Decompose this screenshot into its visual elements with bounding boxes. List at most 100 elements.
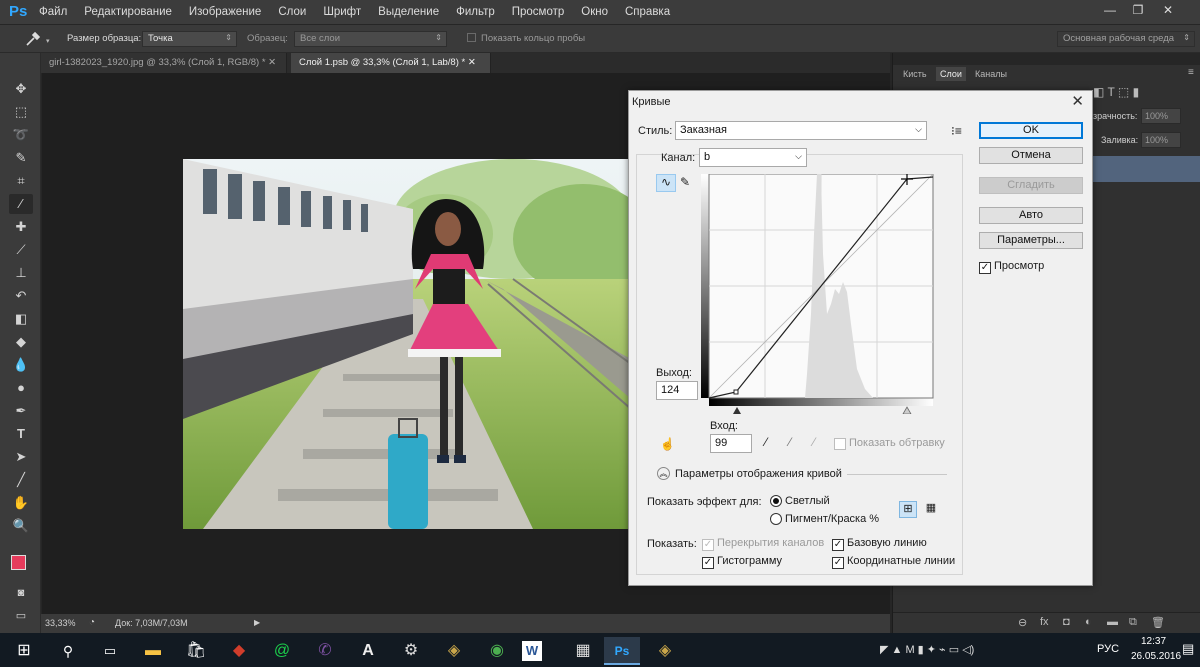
simple-grid-icon[interactable]: ⊞ [899, 501, 917, 518]
radio-pigment[interactable] [770, 513, 782, 528]
app-gear-icon[interactable]: ⚙ [393, 637, 429, 665]
tab-layer-psb[interactable]: Слой 1.psb @ 33,3% (Слой 1, Lab/8) * ✕ [291, 53, 491, 73]
at-mail-icon[interactable]: @ [264, 637, 300, 665]
move-tool-icon[interactable]: ✥ [9, 79, 33, 99]
preset-options-icon[interactable]: ⁝≡ [951, 124, 962, 138]
fill-field[interactable]: 100% [1141, 132, 1181, 148]
quick-select-tool-icon[interactable]: ✎ [9, 148, 33, 168]
viber-icon[interactable]: ✆ [307, 637, 343, 665]
windows-start-icon[interactable]: ⊞ [6, 637, 42, 665]
type-tool-icon[interactable]: T [9, 424, 33, 444]
language-indicator[interactable]: РУС [1097, 643, 1119, 655]
hand-tool-icon[interactable]: ✋ [9, 493, 33, 513]
menu-window[interactable]: Окно [581, 6, 608, 18]
menu-select[interactable]: Выделение [378, 6, 439, 18]
smooth-button[interactable]: Сгладить [979, 177, 1083, 194]
font-app-icon[interactable]: A [350, 637, 386, 665]
blur-tool-icon[interactable]: 💧 [9, 355, 33, 375]
tool-preset-arrow-icon[interactable]: ▾ [46, 37, 50, 45]
path-select-tool-icon[interactable]: ➤ [9, 447, 33, 467]
white-eyedropper-icon[interactable]: ⁄ [813, 435, 815, 449]
screen-mode-icon[interactable]: ▭ [9, 606, 33, 626]
layer-row-selected[interactable] [1093, 156, 1200, 182]
menu-help[interactable]: Справка [625, 6, 670, 18]
output-field[interactable]: 124 [656, 381, 698, 400]
overlay-checkbox[interactable]: ✓ [702, 538, 714, 551]
quick-mask-icon[interactable]: ◙ [9, 583, 33, 603]
target-adjust-icon[interactable]: ☝ [660, 437, 675, 451]
tab-channels[interactable]: Каналы [971, 67, 1011, 81]
options-button[interactable]: Параметры... [979, 232, 1083, 249]
menu-layer[interactable]: Слои [278, 6, 306, 18]
preview-checkbox[interactable]: ✓ [979, 261, 991, 274]
app-box-icon[interactable]: ◈ [436, 637, 472, 665]
close-window-button[interactable]: ✕ [1157, 2, 1179, 18]
tab-girl-jpg[interactable]: girl-1382023_1920.jpg @ 33,3% (Слой 1, R… [41, 53, 287, 73]
menu-image[interactable]: Изображение [189, 6, 261, 18]
status-info-icon[interactable]: ◔ [89, 617, 95, 628]
tab-brush[interactable]: Кисть [899, 67, 931, 81]
marquee-tool-icon[interactable]: ⬚ [9, 102, 33, 122]
detailed-grid-icon[interactable]: ▦ [922, 501, 940, 518]
group-icon[interactable]: ▬ [1107, 616, 1118, 628]
foreground-color-swatch[interactable] [11, 555, 26, 570]
pencil-icon[interactable]: ✎ [680, 175, 690, 189]
crop-tool-icon[interactable]: ⌗ [9, 171, 33, 191]
maximize-button[interactable]: ❐ [1127, 2, 1149, 18]
sample-size-select[interactable]: Точка ⇕ [142, 31, 237, 47]
show-clipping-checkbox[interactable] [834, 438, 846, 453]
show-ring-checkbox[interactable] [467, 33, 476, 45]
healing-tool-icon[interactable]: ✚ [9, 217, 33, 237]
store-icon[interactable]: 🛍 [178, 637, 214, 665]
eyedropper-icon[interactable] [24, 30, 42, 48]
close-icon[interactable]: ✕ [468, 57, 476, 68]
zoom-tool-icon[interactable]: 🔍 [9, 516, 33, 536]
radio-light[interactable] [770, 495, 782, 510]
style-select[interactable]: Заказная ⌵ [675, 121, 927, 140]
bucket-tool-icon[interactable]: ◆ [9, 332, 33, 352]
photoshop-taskbar-icon[interactable]: Ps [604, 637, 640, 665]
eraser-tool-icon[interactable]: ◧ [9, 309, 33, 329]
collapse-chevron-icon[interactable]: ︽ [657, 467, 670, 480]
word-icon[interactable]: W [522, 641, 542, 661]
grid-checkbox[interactable]: ✓ [832, 556, 844, 569]
chrome-icon[interactable]: ◉ [479, 637, 515, 665]
menu-edit[interactable]: Редактирование [84, 6, 172, 18]
menu-type[interactable]: Шрифт [323, 6, 361, 18]
document-image[interactable] [183, 159, 631, 529]
fx-icon[interactable]: fx [1040, 616, 1049, 628]
input-field[interactable]: 99 [710, 434, 752, 453]
cancel-button[interactable]: Отмена [979, 147, 1083, 164]
gray-eyedropper-icon[interactable]: ⁄ [789, 435, 791, 449]
panel-menu-icon[interactable]: ≡ [1188, 67, 1194, 78]
opacity-field[interactable]: 100% [1141, 108, 1181, 124]
app-icon[interactable]: ◆ [221, 637, 257, 665]
filter-layers-icons[interactable]: ◧ T ⬚ ▮ [1093, 85, 1139, 99]
menu-file[interactable]: Файл [39, 6, 67, 18]
status-menu-arrow-icon[interactable]: ▶ [254, 618, 260, 627]
lasso-tool-icon[interactable]: ➰ [9, 125, 33, 145]
adjustment-icon[interactable]: ◐ [1085, 616, 1092, 628]
menu-view[interactable]: Просмотр [512, 6, 565, 18]
tab-layers[interactable]: Слои [936, 67, 966, 81]
line-tool-icon[interactable]: ╱ [9, 470, 33, 490]
history-brush-icon[interactable]: ↶ [9, 286, 33, 306]
calculator-icon[interactable]: ▦ [565, 637, 601, 665]
menu-filter[interactable]: Фильтр [456, 6, 495, 18]
eyedropper-tool-icon[interactable]: ⁄ [9, 194, 33, 214]
app-archive-icon[interactable]: ◈ [647, 637, 683, 665]
new-layer-icon[interactable]: ⧉ [1129, 616, 1137, 629]
black-eyedropper-icon[interactable]: ⁄ [765, 435, 767, 449]
minimize-button[interactable]: — [1099, 2, 1121, 18]
workspace-select[interactable]: Основная рабочая среда ⇕ [1057, 31, 1195, 47]
pen-tool-icon[interactable]: ✒ [9, 401, 33, 421]
close-icon[interactable]: ✕ [1071, 92, 1084, 110]
curves-graph[interactable] [701, 174, 935, 414]
baseline-checkbox[interactable]: ✓ [832, 538, 844, 551]
link-layers-icon[interactable]: ⊖ [1018, 616, 1027, 629]
clock-date[interactable]: 26.05.2016 [1131, 651, 1181, 662]
task-view-icon[interactable]: ▭ [92, 637, 128, 665]
zoom-level[interactable]: 33,33% [45, 618, 76, 628]
curve-options-label[interactable]: Параметры отображения кривой [675, 468, 842, 480]
tray-icons[interactable]: ◤ ▲ M ▮ ✦ ⌁ ▭ ◁) [880, 643, 974, 656]
